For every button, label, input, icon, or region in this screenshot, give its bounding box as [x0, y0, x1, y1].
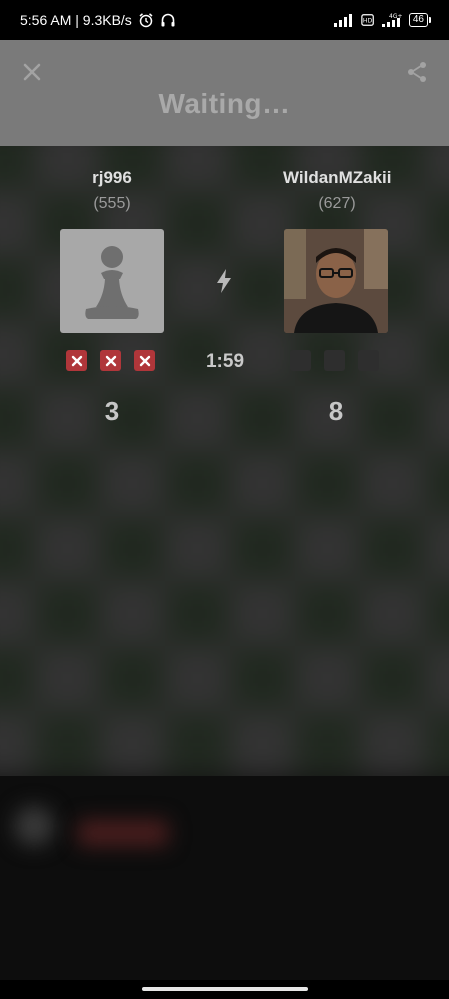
result-loss-marker — [100, 350, 121, 371]
result-loss-marker — [134, 350, 155, 371]
signal-icon — [333, 14, 352, 27]
signal-4g-icon: 4G+ — [381, 13, 403, 27]
user-photo-icon — [284, 229, 388, 333]
status-bar: 5:56 AM | 9.3KB/s HD 4G+ 46 — [0, 0, 449, 40]
avatar-right[interactable] — [284, 229, 388, 333]
result-pending-marker — [324, 350, 345, 371]
close-icon[interactable] — [20, 60, 44, 84]
blurred-control-circle — [14, 806, 54, 846]
result-pending-marker — [358, 350, 379, 371]
player-left: rj996 (555) — [59, 168, 165, 213]
player-left-name: rj996 — [92, 168, 132, 187]
chess-pawn-icon — [85, 246, 139, 319]
home-gesture-pill[interactable] — [142, 987, 308, 991]
player-right-score: 8 — [328, 396, 344, 426]
network-type-label: 4G+ — [389, 13, 403, 20]
player-left-results — [66, 350, 155, 371]
cross-icon — [105, 355, 116, 366]
game-timer: 1:59 — [205, 351, 245, 372]
player-right-rating: (627) — [318, 195, 356, 212]
cross-icon — [71, 355, 82, 366]
svg-text:HD: HD — [363, 18, 373, 25]
battery-tip — [429, 17, 431, 23]
status-right: HD 4G+ 46 — [333, 12, 431, 28]
share-icon[interactable] — [405, 60, 429, 84]
alarm-icon — [139, 13, 153, 28]
player-right-results — [290, 350, 379, 371]
header: Waiting… — [0, 40, 449, 146]
player-left-score: 3 — [104, 396, 120, 426]
volte-icon: HD — [361, 14, 374, 26]
navigation-bar — [0, 980, 449, 999]
avatar-left[interactable] — [60, 229, 164, 333]
status-time-speed: 5:56 AM | 9.3KB/s — [20, 12, 132, 28]
battery-level: 46 — [408, 13, 428, 27]
headphones-icon — [161, 13, 175, 27]
player-right: WildanMZakii (627) — [283, 168, 391, 213]
page-title: Waiting… — [158, 88, 291, 119]
bottom-controls-background — [0, 776, 449, 980]
player-left-rating: (555) — [93, 195, 131, 212]
cross-icon — [139, 355, 150, 366]
status-left: 5:56 AM | 9.3KB/s — [20, 12, 176, 28]
result-loss-marker — [66, 350, 87, 371]
result-pending-marker — [290, 350, 311, 371]
blurred-control-bar — [78, 820, 168, 846]
battery-icon: 46 — [408, 13, 431, 27]
lightning-bolt-icon — [217, 269, 231, 293]
player-right-name: WildanMZakii — [283, 168, 392, 187]
